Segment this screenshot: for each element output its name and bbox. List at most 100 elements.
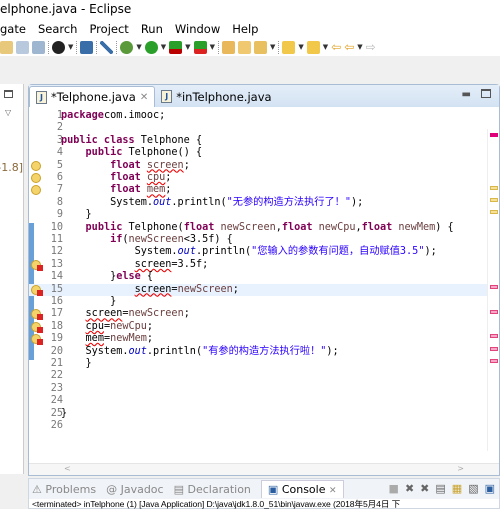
error-overview-mark[interactable] (490, 309, 498, 314)
menu-window[interactable]: Window (175, 20, 220, 38)
search-icon[interactable] (253, 40, 267, 54)
code-line[interactable]: 16 } (29, 296, 499, 308)
next-annotation-icon[interactable] (282, 40, 296, 54)
code-line[interactable]: 23 (29, 383, 499, 395)
code-line[interactable]: 3 public class Telphone { (29, 135, 499, 147)
dropdown-arrow-icon[interactable]: ▼ (185, 43, 190, 51)
code-line[interactable]: 20 System.out.println("有参的构造方法执行啦！"); (29, 346, 499, 358)
code-line[interactable]: 10 public Telphone(float newScreen,float… (29, 222, 499, 234)
code-line[interactable]: 5 float screen; (29, 160, 499, 172)
error-summary-icon[interactable] (490, 133, 498, 137)
line-number: 13 (50, 258, 63, 270)
menu-search[interactable]: Search (38, 20, 78, 38)
pin-console-icon[interactable]: ▣ (485, 482, 495, 495)
code-line[interactable]: 7 float mem; (29, 184, 499, 196)
close-icon[interactable]: ✕ (329, 486, 337, 496)
menu-navigate[interactable]: gate (0, 20, 26, 38)
clear-console-icon[interactable]: ▤ (435, 482, 445, 495)
line-number: 16 (50, 296, 63, 307)
tab-label: Declaration (187, 482, 251, 496)
print-icon[interactable] (16, 40, 29, 54)
code-line[interactable]: 13 screen=3.5f; (29, 259, 499, 271)
code-line[interactable]: 8 System.out.println("无参的构造方法执行了！"); (29, 197, 499, 209)
tab-console[interactable]: ▣ Console ✕ (260, 480, 344, 498)
dropdown-arrow-icon[interactable]: ▼ (136, 43, 141, 51)
menu-run[interactable]: Run (141, 20, 163, 38)
line-number: 20 (50, 345, 63, 357)
error-overview-mark[interactable] (490, 359, 498, 364)
scroll-right-icon[interactable]: > (457, 464, 464, 473)
debug-icon[interactable] (120, 40, 134, 54)
coverage-icon[interactable] (169, 40, 183, 54)
dropdown-arrow-icon[interactable]: ▼ (210, 43, 215, 51)
code-line[interactable]: 21 } (29, 358, 499, 370)
scroll-lock-icon[interactable]: ▦ (452, 482, 462, 495)
code-line[interactable]: 18 cpu=newCpu; (29, 321, 499, 333)
minimize-icon[interactable]: ▬ (462, 89, 471, 100)
external-tools-icon[interactable] (193, 40, 207, 54)
remove-launch-icon[interactable]: ✖ (405, 482, 414, 495)
save-all-icon[interactable] (0, 40, 13, 54)
terminate-icon[interactable]: ■ (389, 482, 399, 495)
dropdown-arrow-icon[interactable]: ▼ (161, 43, 166, 51)
code-line[interactable]: 1 packagecom.imooc; (29, 110, 499, 122)
view-menu-icon[interactable]: ▽ (5, 108, 11, 117)
code-line[interactable]: 9 } (29, 209, 499, 221)
tab-declaration[interactable]: ▤ Declaration (174, 483, 251, 496)
code-line[interactable]: 11 if(newScreen<3.5f) { (29, 234, 499, 246)
code-line[interactable]: 2 (29, 122, 499, 134)
code-line[interactable]: 15 screen=newScreen; (29, 283, 499, 296)
new-package-icon[interactable] (221, 40, 235, 54)
code-line[interactable]: 17 screen=newScreen; (29, 308, 499, 321)
menu-project[interactable]: Project (89, 20, 128, 38)
code-line[interactable]: 24 (29, 395, 499, 407)
code-line[interactable]: 25} (29, 408, 499, 420)
error-overview-mark[interactable] (490, 284, 498, 289)
terminal-icon[interactable] (80, 40, 94, 54)
code-line[interactable]: 4 public Telphone() { (29, 147, 499, 159)
overview-ruler[interactable] (487, 129, 499, 451)
code-line[interactable]: 14 }else { (29, 271, 499, 283)
word-wrap-icon[interactable]: ▧ (468, 482, 478, 495)
close-icon[interactable]: ✕ (140, 92, 148, 103)
toggle-mark-icon[interactable] (32, 40, 45, 54)
person-icon[interactable] (52, 40, 65, 54)
code-line[interactable]: 19 mem=newMem; (29, 333, 499, 346)
code-line[interactable]: 26 (29, 420, 499, 432)
tab-intelphone-java[interactable]: J *inTelphone.java (155, 86, 277, 107)
tree-item-label[interactable]: -1.8] (0, 161, 23, 174)
error-overview-mark[interactable] (490, 334, 498, 339)
line-number: 14 (50, 271, 63, 283)
run-icon[interactable] (144, 40, 158, 54)
warning-overview-mark[interactable] (490, 210, 498, 215)
back-icon[interactable]: ⇦ (331, 40, 341, 54)
warning-overview-mark[interactable] (490, 185, 498, 190)
code-line[interactable]: 6 float cpu; (29, 172, 499, 184)
maximize-icon[interactable] (4, 90, 13, 98)
dropdown-arrow-icon[interactable]: ▼ (298, 43, 303, 51)
code-line[interactable]: 12 System.out.println("您输入的参数有问题，自动赋值3.5… (29, 246, 499, 258)
forward-icon[interactable]: ⇨ (366, 40, 376, 54)
dropdown-arrow-icon[interactable]: ▼ (357, 43, 362, 51)
dropdown-arrow-icon[interactable]: ▼ (68, 43, 73, 51)
code-line[interactable]: 22 (29, 370, 499, 382)
warning-overview-mark[interactable] (490, 198, 498, 202)
menu-help[interactable]: Help (232, 20, 258, 38)
skip-breakpoints-icon[interactable] (100, 40, 114, 54)
horizontal-scrollbar[interactable]: < > (29, 463, 499, 475)
tab-problems[interactable]: ⚠ Problems (32, 483, 96, 496)
dropdown-arrow-icon[interactable]: ▼ (323, 43, 328, 51)
dropdown-arrow-icon[interactable]: ▼ (270, 43, 275, 51)
prev-annotation-icon[interactable] (306, 40, 320, 54)
open-type-icon[interactable] (237, 40, 251, 54)
remove-all-icon[interactable]: ✖ (420, 482, 429, 495)
code-text: public class Telphone { (61, 134, 203, 146)
back-icon[interactable]: ⇦ (344, 40, 354, 54)
tab-javadoc[interactable]: @ Javadoc (106, 483, 164, 496)
code-area[interactable]: 1 packagecom.imooc; 2 3 public class Telphon… (29, 107, 499, 463)
maximize-icon[interactable] (481, 89, 491, 98)
error-overview-mark[interactable] (490, 346, 498, 351)
tab-telphone-java[interactable]: J *Telphone.java ✕ (29, 86, 156, 107)
scroll-left-icon[interactable]: < (64, 464, 71, 473)
tab-label: *Telphone.java (51, 90, 136, 104)
